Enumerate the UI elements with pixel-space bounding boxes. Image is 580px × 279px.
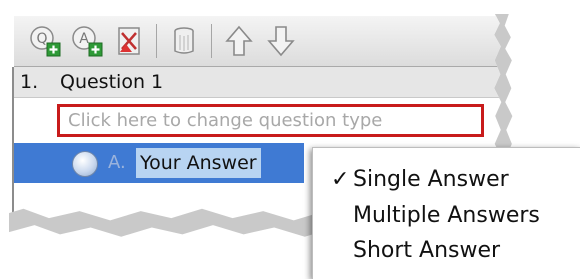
question-type-menu: ✓ Single Answer Multiple Answers Short A… bbox=[312, 147, 580, 279]
down-arrow-icon bbox=[267, 26, 295, 57]
move-up-button[interactable] bbox=[222, 23, 256, 59]
answer-letter: A. bbox=[108, 152, 126, 173]
answer-row[interactable]: A. Your Answer bbox=[14, 143, 304, 183]
clear-button[interactable] bbox=[167, 23, 201, 59]
answer-text[interactable]: Your Answer bbox=[136, 148, 261, 178]
svg-text:A: A bbox=[79, 31, 89, 47]
answer-radio[interactable] bbox=[72, 151, 98, 177]
change-question-type-field[interactable]: Click here to change question type bbox=[57, 104, 484, 137]
menu-item-short-answer[interactable]: Short Answer bbox=[353, 238, 500, 263]
up-arrow-icon bbox=[225, 25, 253, 56]
add-answer-button[interactable]: A bbox=[70, 23, 104, 59]
menu-item-multiple-answers[interactable]: Multiple Answers bbox=[353, 203, 540, 228]
toolbar-separator bbox=[211, 24, 212, 58]
add-question-button[interactable]: Q bbox=[28, 23, 62, 59]
trash-icon bbox=[174, 27, 194, 54]
toolbar-separator bbox=[156, 24, 157, 58]
delete-icon bbox=[118, 27, 140, 55]
toolbar: Q A bbox=[14, 16, 502, 67]
question-number: 1. bbox=[20, 71, 39, 93]
add-question-icon: Q bbox=[30, 26, 61, 57]
svg-text:Q: Q bbox=[36, 31, 47, 47]
add-answer-icon: A bbox=[72, 26, 103, 57]
question-row[interactable]: 1. Question 1 bbox=[14, 67, 502, 98]
checkmark-icon: ✓ bbox=[331, 167, 350, 192]
delete-button[interactable] bbox=[112, 23, 146, 59]
menu-item-single-answer[interactable]: Single Answer bbox=[353, 167, 509, 192]
question-title: Question 1 bbox=[60, 71, 164, 93]
move-down-button[interactable] bbox=[264, 23, 298, 59]
